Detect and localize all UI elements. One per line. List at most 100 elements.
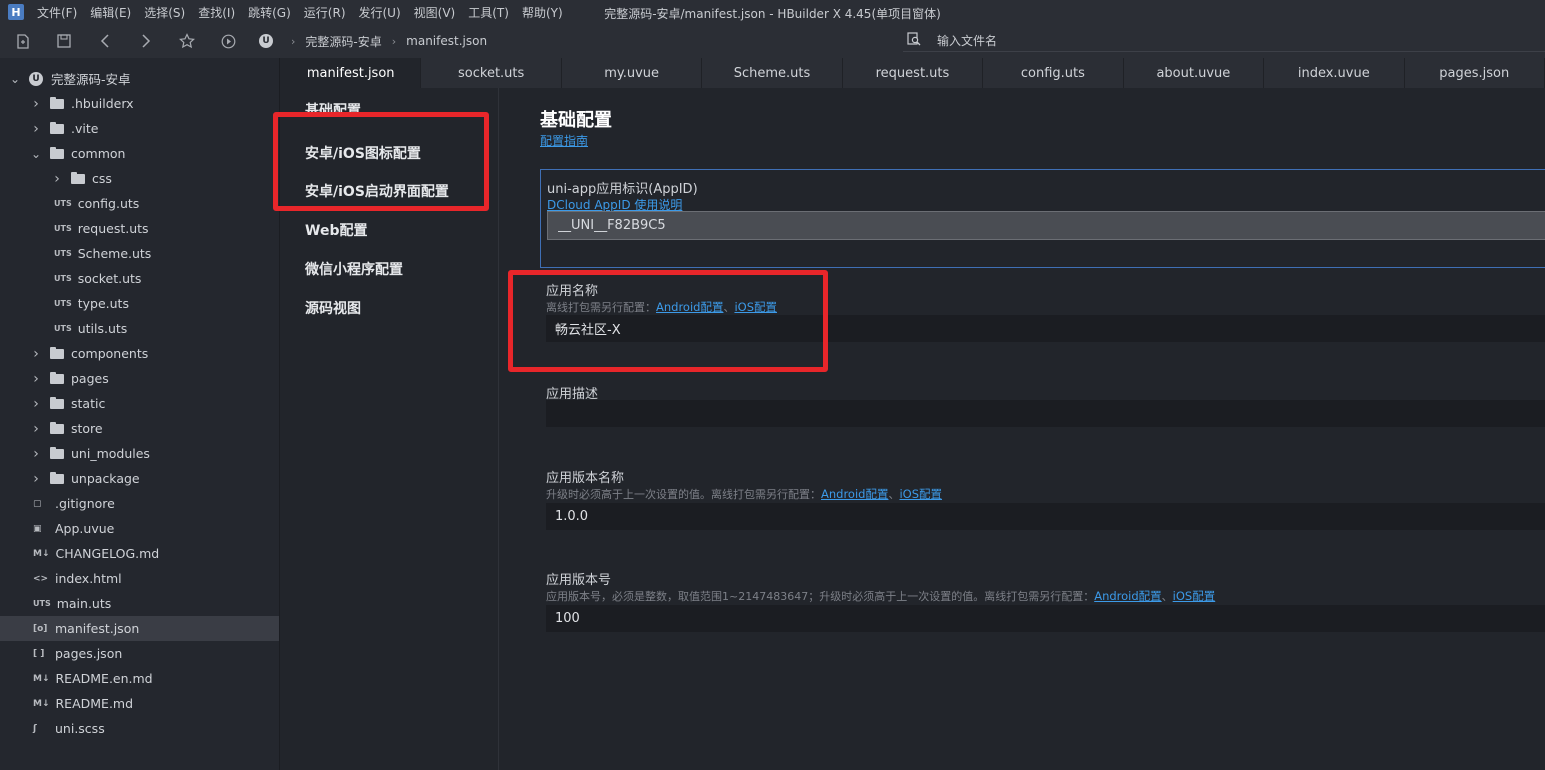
breadcrumb: U › 完整源码-安卓 › manifest.json (259, 33, 487, 50)
app-desc-field[interactable] (546, 400, 1545, 427)
tab-my-uvue[interactable]: my.uvue (562, 58, 703, 88)
search-file-icon (907, 31, 923, 50)
tree-item-components[interactable]: › components (0, 341, 279, 366)
chevron-right-icon[interactable]: › (31, 396, 41, 412)
tree-item-gitignore[interactable]: ▢ .gitignore (0, 491, 279, 516)
tree-item-readme-en-md[interactable]: M↓ README.en.md (0, 666, 279, 691)
tree-item-uni-scss[interactable]: ʃ uni.scss (0, 716, 279, 741)
menu-select[interactable]: 选择(S) (144, 4, 185, 21)
tree-item-store[interactable]: › store (0, 416, 279, 441)
tree-item-utils-uts[interactable]: UTS utils.uts (0, 316, 279, 341)
folder-icon (50, 471, 64, 484)
tree-item-request-uts[interactable]: UTS request.uts (0, 216, 279, 241)
tab-pages-json[interactable]: pages.json (1405, 58, 1545, 88)
menu-edit[interactable]: 编辑(E) (90, 4, 131, 21)
tree-item-static[interactable]: › static (0, 391, 279, 416)
config-nav-source[interactable]: 源码视图 (305, 298, 361, 318)
menu-help[interactable]: 帮助(Y) (522, 4, 563, 21)
app-name-field[interactable] (546, 315, 1545, 342)
menu-find[interactable]: 查找(I) (198, 4, 235, 21)
tab-index-uvue[interactable]: index.uvue (1264, 58, 1405, 88)
breadcrumb-file[interactable]: manifest.json (406, 34, 487, 48)
menu-bar: H 文件(F) 编辑(E) 选择(S) 查找(I) 跳转(G) 运行(R) 发行… (0, 0, 1545, 24)
tree-item-config-uts[interactable]: UTS config.uts (0, 191, 279, 216)
tab-manifest-json[interactable]: manifest.json (281, 58, 422, 88)
menu-run[interactable]: 运行(R) (304, 4, 346, 21)
tree-item-manifest-json[interactable]: [o] manifest.json (0, 616, 279, 641)
hbuilder-logo-icon: H (8, 4, 24, 20)
tab-scheme-uts[interactable]: Scheme.uts (702, 58, 843, 88)
version-code-android-link[interactable]: Android配置 (1094, 589, 1161, 603)
version-code-ios-link[interactable]: iOS配置 (1173, 589, 1216, 603)
file-type-icon: UTS (33, 599, 51, 608)
config-nav-weixin[interactable]: 微信小程序配置 (305, 259, 403, 279)
chevron-right-icon[interactable]: › (31, 121, 41, 137)
tree-item-label: config.uts (77, 196, 140, 211)
tree-item-item[interactable]: ⌄ U 完整源码-安卓 (0, 66, 279, 91)
folder-icon (50, 146, 64, 159)
forward-icon[interactable] (137, 32, 155, 50)
chevron-down-icon[interactable]: ⌄ (10, 72, 20, 86)
tree-item-css[interactable]: › css (0, 166, 279, 191)
folder-icon (50, 396, 64, 409)
chevron-right-icon[interactable]: › (31, 446, 41, 462)
tree-item-hbuilderx[interactable]: › .hbuilderx (0, 91, 279, 116)
tree-item-scheme-uts[interactable]: UTS Scheme.uts (0, 241, 279, 266)
file-type-icon: M↓ (33, 548, 50, 559)
tree-item-type-uts[interactable]: UTS type.uts (0, 291, 279, 316)
chevron-right-icon[interactable]: › (31, 471, 41, 487)
tree-item-vite[interactable]: › .vite (0, 116, 279, 141)
chevron-right-icon[interactable]: › (31, 346, 41, 362)
tab-request-uts[interactable]: request.uts (843, 58, 984, 88)
menu-file[interactable]: 文件(F) (37, 4, 77, 21)
back-icon[interactable] (96, 32, 114, 50)
chevron-right-icon[interactable]: › (52, 171, 62, 187)
breadcrumb-project[interactable]: 完整源码-安卓 (305, 33, 381, 50)
app-name-android-link[interactable]: Android配置 (656, 300, 723, 314)
folder-icon (50, 121, 64, 134)
file-type-icon: [ ] (33, 648, 45, 659)
save-icon[interactable] (55, 32, 73, 50)
config-nav-basic[interactable]: 基础配置 (305, 100, 361, 112)
menu-view[interactable]: 视图(V) (414, 4, 456, 21)
new-file-icon[interactable] (14, 32, 32, 50)
config-nav-icon[interactable]: 安卓/iOS图标配置 (305, 143, 421, 163)
run-icon[interactable] (219, 32, 237, 50)
tab-config-uts[interactable]: config.uts (983, 58, 1124, 88)
tree-item-socket-uts[interactable]: UTS socket.uts (0, 266, 279, 291)
tree-item-pages-json[interactable]: [ ] pages.json (0, 641, 279, 666)
file-search (903, 30, 1545, 52)
star-icon[interactable] (178, 32, 196, 50)
chevron-down-icon[interactable]: ⌄ (31, 147, 41, 161)
tree-item-index-html[interactable]: <> index.html (0, 566, 279, 591)
appid-field[interactable] (547, 211, 1545, 240)
version-name-ios-link[interactable]: iOS配置 (899, 487, 942, 501)
editor-tabs: manifest.json socket.uts my.uvue Scheme.uts… (281, 58, 1545, 88)
tree-item-app-uvue[interactable]: ▣ App.uvue (0, 516, 279, 541)
chevron-right-icon[interactable]: › (31, 371, 41, 387)
version-name-android-link[interactable]: Android配置 (821, 487, 888, 501)
tree-item-unpackage[interactable]: › unpackage (0, 466, 279, 491)
app-name-ios-link[interactable]: iOS配置 (734, 300, 777, 314)
tree-item-label: components (71, 346, 149, 361)
chevron-right-icon[interactable]: › (31, 96, 41, 112)
tree-item-readme-md[interactable]: M↓ README.md (0, 691, 279, 716)
version-name-field[interactable] (546, 503, 1545, 530)
menu-goto[interactable]: 跳转(G) (248, 4, 291, 21)
tree-item-uni-modules[interactable]: › uni_modules (0, 441, 279, 466)
chevron-right-icon[interactable]: › (31, 421, 41, 437)
version-code-field[interactable] (546, 605, 1545, 632)
tab-about-uvue[interactable]: about.uvue (1124, 58, 1265, 88)
tree-item-pages[interactable]: › pages (0, 366, 279, 391)
tab-socket-uts[interactable]: socket.uts (421, 58, 562, 88)
tree-item-common[interactable]: ⌄ common (0, 141, 279, 166)
config-guide-link[interactable]: 配置指南 (540, 132, 588, 149)
tree-item-changelog-md[interactable]: M↓ CHANGELOG.md (0, 541, 279, 566)
config-nav-splash[interactable]: 安卓/iOS启动界面配置 (305, 181, 449, 201)
menu-tools[interactable]: 工具(T) (468, 4, 509, 21)
menu-publish[interactable]: 发行(U) (359, 4, 401, 21)
file-search-input[interactable] (937, 33, 1337, 48)
folder-icon (50, 96, 64, 109)
config-nav-web[interactable]: Web配置 (305, 220, 367, 240)
tree-item-main-uts[interactable]: UTS main.uts (0, 591, 279, 616)
